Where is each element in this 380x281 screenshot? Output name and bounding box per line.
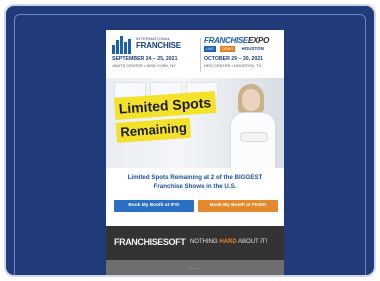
ifs-brand: FRANCHISE: [136, 41, 181, 50]
message-line-1: Limited Spots Remaining at 2 of the BIGG…: [127, 174, 263, 181]
book-booth-fesh-button[interactable]: Book My Booth at FESH!: [198, 200, 278, 212]
fe-tag-row: LIVE DEMO HOUSTON: [204, 46, 266, 52]
skyline-icon: [112, 36, 134, 54]
message-section: Limited Spots Remaining at 2 of the BIGG…: [106, 168, 284, 226]
email-header: INTERNATIONAL FRANCHISE SEPTEMBER 24 – 2…: [106, 30, 284, 78]
fe-tag-demo: DEMO: [220, 46, 236, 52]
fs-brand-a: FRANCHISE: [114, 237, 163, 247]
fs-brand-b: SOFT: [162, 237, 186, 247]
tagline-pre: NOTHING: [190, 239, 220, 245]
franchisesoft-logo[interactable]: FRANCHISESOFT: [114, 237, 186, 247]
tagline-post: ABOUT IT!: [236, 239, 268, 245]
sub-footer: — — —: [106, 260, 284, 275]
hero-image: Limited Spots Remaining: [106, 78, 284, 168]
franchise-expo-logo[interactable]: FRANCHISEEXPO LIVE DEMO HOUSTON OCTOBER …: [204, 36, 282, 76]
banner-line-2: Remaining: [115, 117, 192, 143]
ifs-venue: JAVITS CENTER • NEW YORK, NY: [112, 63, 176, 68]
header-divider: [200, 38, 201, 72]
ifs-date: SEPTEMBER 24 – 25, 2021: [112, 56, 178, 62]
book-booth-ifs-button[interactable]: Book My Booth at IFS!: [114, 200, 194, 212]
message-line-2: Franchise Shows in the U.S.: [153, 183, 237, 190]
fe-venue: NRG CENTER • HOUSTON, TX: [204, 63, 262, 68]
fe-tag-city: HOUSTON: [241, 46, 264, 51]
fe-brand-part1: FRANCHISE: [204, 36, 248, 45]
woman-photo: [224, 84, 280, 168]
fe-brand: FRANCHISEEXPO: [204, 36, 269, 45]
fe-tag-live: LIVE: [204, 46, 216, 52]
slide-frame: INTERNATIONAL FRANCHISE SEPTEMBER 24 – 2…: [0, 0, 380, 281]
fe-date: OCTOBER 29 – 30, 2021: [204, 56, 264, 62]
ifs-logo[interactable]: INTERNATIONAL FRANCHISE SEPTEMBER 24 – 2…: [112, 36, 196, 76]
email-preview: INTERNATIONAL FRANCHISE SEPTEMBER 24 – 2…: [106, 30, 284, 275]
limited-spots-banner: Limited Spots Remaining: [114, 90, 221, 150]
sub-footer-text: — — —: [187, 265, 203, 270]
footer-tagline: NOTHING HARD ABOUT IT!: [190, 239, 267, 245]
tagline-hard: HARD: [219, 239, 237, 245]
fe-brand-part2: EXPO: [247, 36, 269, 45]
franchisesoft-footer: FRANCHISESOFT NOTHING HARD ABOUT IT!: [106, 226, 284, 260]
